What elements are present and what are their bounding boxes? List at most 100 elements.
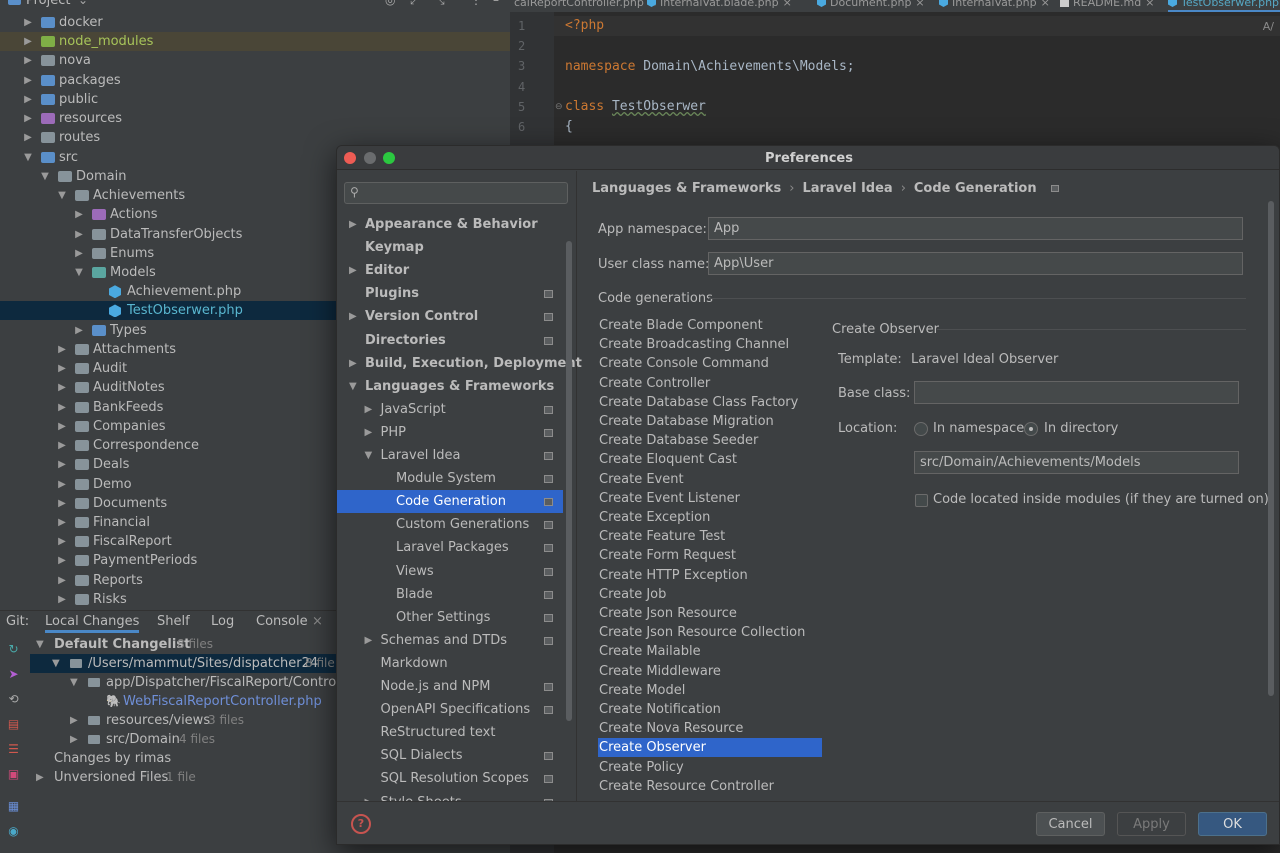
- chevron-right-icon[interactable]: ▶: [73, 205, 85, 224]
- tree-item[interactable]: ▶ resources: [0, 109, 510, 128]
- sidebar-scrollbar[interactable]: [566, 241, 572, 721]
- settings-search[interactable]: ⚲: [344, 182, 568, 204]
- editor-tab[interactable]: README.md ×: [1060, 0, 1154, 12]
- close-icon[interactable]: ×: [1145, 0, 1154, 9]
- chevron-right-icon[interactable]: ▶: [56, 436, 68, 455]
- code-line-1[interactable]: <?php: [565, 18, 604, 33]
- apply-button[interactable]: Apply: [1117, 812, 1186, 836]
- rollback-icon[interactable]: ⟲: [7, 693, 20, 706]
- chevron-right-icon[interactable]: ▶: [349, 259, 357, 282]
- chevron-right-icon[interactable]: ▶: [73, 225, 85, 244]
- chevron-down-icon[interactable]: ⌄: [78, 0, 88, 7]
- close-icon[interactable]: ×: [783, 0, 792, 9]
- code-generation-item[interactable]: Create Mailable: [598, 642, 822, 661]
- settings-nav-item[interactable]: ▶ Build, Execution, Deployment: [337, 352, 582, 375]
- controller-file-row[interactable]: 🐘 WebFiscalReportController.php: [30, 692, 336, 711]
- settings-nav-item[interactable]: SQL Dialects: [337, 744, 563, 767]
- shelve-icon[interactable]: ▣: [7, 768, 20, 781]
- settings-nav-item[interactable]: Markdown: [337, 652, 563, 675]
- code-generation-item[interactable]: Create Json Resource: [598, 604, 822, 623]
- refresh-icon[interactable]: ↻: [7, 643, 20, 656]
- code-generation-item[interactable]: Create Database Migration: [598, 412, 822, 431]
- chevron-down-icon[interactable]: ▼: [73, 263, 85, 282]
- tree-item[interactable]: ▶ public: [0, 90, 510, 109]
- tab-local-changes[interactable]: Local Changes: [45, 614, 140, 633]
- chevron-right-icon[interactable]: ▶: [22, 128, 34, 147]
- radio-in-namespace[interactable]: [914, 422, 928, 436]
- chevron-right-icon[interactable]: ▶: [56, 571, 68, 590]
- settings-nav-item[interactable]: Other Settings: [337, 606, 563, 629]
- tree-item[interactable]: ▶ packages: [0, 71, 510, 90]
- code-generation-item[interactable]: Create Console Command: [598, 354, 822, 373]
- chevron-right-icon[interactable]: ▶: [56, 532, 68, 551]
- code-generation-item[interactable]: Create Json Resource Collection: [598, 623, 822, 642]
- modules-checkbox-label[interactable]: Code located inside modules (if they are…: [933, 492, 1269, 507]
- chevron-right-icon[interactable]: ▶: [22, 13, 34, 32]
- code-generation-item[interactable]: Create Controller: [598, 374, 822, 393]
- fold-icon[interactable]: ⊖: [555, 102, 563, 112]
- chevron-down-icon[interactable]: ▼: [56, 186, 68, 205]
- tree-item[interactable]: ▶ node_modules: [0, 32, 510, 52]
- settings-nav-item[interactable]: Laravel Packages: [337, 536, 563, 559]
- chevron-right-icon[interactable]: ▶: [56, 551, 68, 570]
- views-row[interactable]: ▶ resources/views 3 files: [30, 711, 336, 730]
- settings-nav-item[interactable]: Views: [337, 560, 563, 583]
- code-generation-item[interactable]: Create Policy: [598, 758, 822, 777]
- code-generation-item[interactable]: Create Eloquent Cast: [598, 450, 822, 469]
- tab-shelf[interactable]: Shelf: [157, 614, 190, 629]
- reader-mode-icon[interactable]: A/: [1263, 20, 1274, 33]
- project-title[interactable]: Project: [26, 0, 70, 8]
- more-options-icon[interactable]: ⋮: [470, 0, 482, 7]
- chevron-right-icon[interactable]: ▶: [56, 475, 68, 494]
- settings-nav-item[interactable]: ReStructured text: [337, 721, 563, 744]
- settings-nav-item[interactable]: ▶ JavaScript: [337, 398, 563, 421]
- chevron-right-icon[interactable]: ▶: [365, 398, 373, 421]
- app-namespace-field[interactable]: [708, 217, 1243, 240]
- settings-nav-item[interactable]: ▶ Version Control: [337, 305, 563, 328]
- hide-icon[interactable]: –: [493, 0, 499, 7]
- settings-nav-item[interactable]: Module System: [337, 467, 563, 490]
- chevron-right-icon[interactable]: ▶: [22, 71, 34, 90]
- code-generation-item[interactable]: Create Exception: [598, 508, 822, 527]
- editor-tab[interactable]: InternalVat.blade.php ×: [647, 0, 792, 12]
- radio-in-directory-label[interactable]: In directory: [1044, 421, 1118, 436]
- code-generation-item[interactable]: Create Middleware: [598, 662, 822, 681]
- chevron-right-icon[interactable]: ▶: [365, 629, 373, 652]
- tree-item[interactable]: ▶ docker: [0, 13, 510, 32]
- changelist-icon[interactable]: ☰: [7, 743, 20, 756]
- code-generation-item[interactable]: Create Database Seeder: [598, 431, 822, 450]
- code-line-5[interactable]: class TestObserwer: [565, 99, 706, 114]
- code-line-6[interactable]: {: [565, 119, 573, 134]
- content-scrollbar[interactable]: [1268, 201, 1274, 696]
- changes-by-row[interactable]: Changes by rimas: [30, 749, 336, 768]
- settings-nav-item[interactable]: Directories: [337, 329, 563, 352]
- chevron-right-icon[interactable]: ▶: [56, 417, 68, 436]
- settings-nav-item[interactable]: OpenAPI Specifications: [337, 698, 563, 721]
- settings-nav-item[interactable]: Keymap: [337, 236, 563, 259]
- chevron-right-icon[interactable]: ▶: [56, 590, 68, 609]
- tab-log[interactable]: Log: [211, 614, 234, 629]
- editor-tab[interactable]: calReportController.php×: [514, 0, 657, 12]
- radio-in-namespace-label[interactable]: In namespace: [933, 421, 1024, 436]
- close-icon[interactable]: ×: [915, 0, 924, 9]
- chevron-down-icon[interactable]: ▼: [349, 375, 357, 398]
- tab-console[interactable]: Console: [256, 614, 308, 629]
- code-generation-item[interactable]: Create HTTP Exception: [598, 566, 822, 585]
- settings-nav-item[interactable]: Node.js and NPM: [337, 675, 563, 698]
- help-button[interactable]: ?: [351, 814, 371, 834]
- code-generation-item[interactable]: Create Resource Controller: [598, 777, 822, 796]
- search-input[interactable]: [367, 185, 563, 201]
- settings-nav-item[interactable]: Blade: [337, 583, 563, 606]
- base-class-field[interactable]: [914, 381, 1239, 404]
- editor-tab[interactable]: InternalVat.php ×: [939, 0, 1050, 12]
- tree-item[interactable]: ▶ nova: [0, 51, 510, 70]
- code-generation-item[interactable]: Create Observer: [598, 738, 822, 758]
- chevron-right-icon[interactable]: ▶: [365, 421, 373, 444]
- settings-nav-item[interactable]: ▼ Languages & Frameworks: [337, 375, 563, 398]
- settings-nav-item[interactable]: ▼ Laravel Idea: [337, 444, 563, 467]
- template-value[interactable]: Laravel Ideal Observer: [911, 352, 1058, 367]
- settings-nav-item[interactable]: ▶ PHP: [337, 421, 563, 444]
- expand-all-icon[interactable]: ⤢: [410, 0, 420, 8]
- diff-icon[interactable]: ▤: [7, 718, 20, 731]
- chevron-right-icon[interactable]: ▶: [56, 513, 68, 532]
